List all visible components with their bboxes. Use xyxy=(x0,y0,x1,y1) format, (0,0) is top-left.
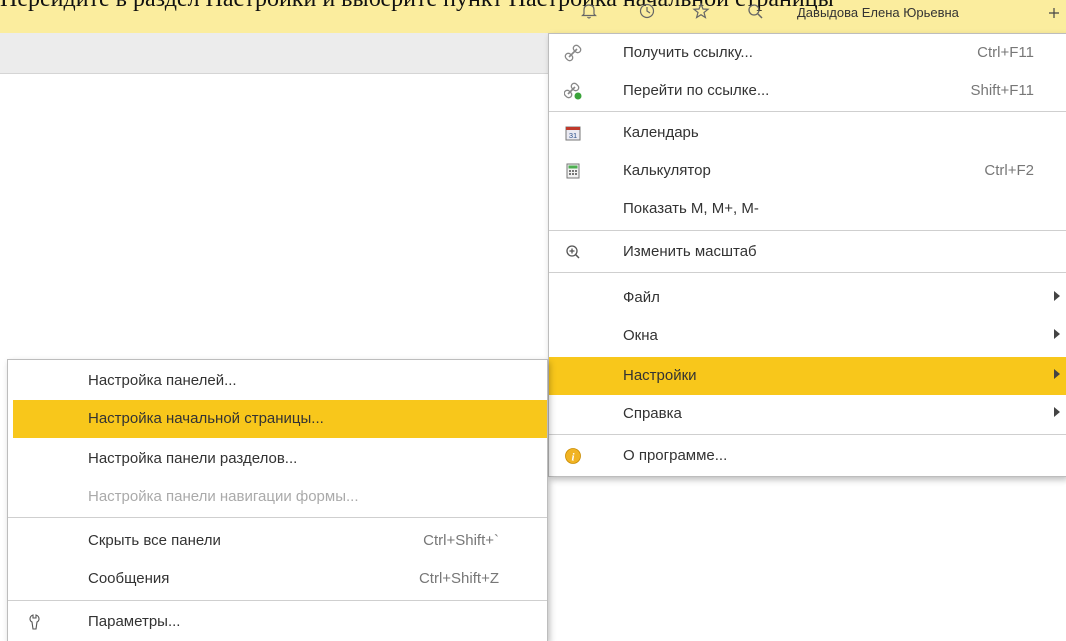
menu-item-label: Файл xyxy=(623,289,660,306)
menu-item-windows[interactable]: Окна xyxy=(549,317,1066,355)
calculator-icon xyxy=(563,161,583,181)
menu-item-settings[interactable]: Настройки xyxy=(549,357,1066,395)
menu-item-label: Настройка панели навигации формы... xyxy=(88,488,359,505)
star-icon[interactable] xyxy=(690,2,712,24)
menu-item-label: Окна xyxy=(623,327,658,344)
wrench-icon xyxy=(26,612,46,632)
menu-item-label: Справка xyxy=(623,405,682,422)
submenu-item-sections-panel-setup[interactable]: Настройка панели разделов... xyxy=(8,440,547,478)
submenu-item-hide-all-panels[interactable]: Скрыть все панели Ctrl+Shift+` xyxy=(8,522,547,560)
submenu-arrow-icon xyxy=(1054,369,1060,379)
menu-item-label: Получить ссылку... xyxy=(623,44,753,61)
submenu-item-form-navigation-panel-setup: Настройка панели навигации формы... xyxy=(8,478,547,516)
menu-item-file[interactable]: Файл xyxy=(549,279,1066,317)
menu-item-label: Календарь xyxy=(623,124,699,141)
menu-item-label: Показать M, M+, M- xyxy=(623,200,759,217)
menu-item-label: Настройка панелей... xyxy=(88,372,237,389)
menu-item-label: Настройка начальной страницы... xyxy=(88,410,324,427)
menu-separator xyxy=(8,600,547,601)
submenu-arrow-icon xyxy=(1054,291,1060,301)
info-icon: i xyxy=(563,446,583,466)
menu-item-label: Настройка панели разделов... xyxy=(88,450,298,467)
menu-item-shortcut: Shift+F11 xyxy=(970,82,1034,99)
submenu-item-messages[interactable]: Сообщения Ctrl+Shift+Z xyxy=(8,560,547,598)
menu-item-label: Перейти по ссылке... xyxy=(623,82,770,99)
bell-icon[interactable] xyxy=(578,2,600,24)
menu-item-shortcut: Ctrl+Shift+Z xyxy=(418,570,499,587)
main-menu: Получить ссылку... Ctrl+F11 Перейти по с… xyxy=(548,33,1066,477)
submenu-item-start-page-setup[interactable]: Настройка начальной страницы... xyxy=(13,400,547,438)
menu-separator xyxy=(549,272,1066,273)
menu-separator xyxy=(549,111,1066,112)
menu-item-get-link[interactable]: Получить ссылку... Ctrl+F11 xyxy=(549,34,1066,72)
menu-item-label: Изменить масштаб xyxy=(623,243,757,260)
menu-item-label: Настройки xyxy=(623,367,697,384)
top-bar: Перейдите в раздел Настройки и выберите … xyxy=(0,0,1066,33)
submenu-arrow-icon xyxy=(1054,407,1060,417)
menu-item-shortcut: Ctrl+F11 xyxy=(977,44,1034,61)
menu-item-calendar[interactable]: 31 Календарь xyxy=(549,114,1066,152)
menu-item-label: Скрыть все панели xyxy=(88,532,221,549)
submenu-item-panels-setup[interactable]: Настройка панелей... xyxy=(8,362,547,400)
menu-item-label: О программе... xyxy=(623,447,728,464)
menu-item-label: Калькулятор xyxy=(623,162,711,179)
panel-header-strip xyxy=(0,33,548,74)
menu-separator xyxy=(8,517,547,518)
history-icon[interactable] xyxy=(636,2,658,24)
link-go-icon xyxy=(563,81,583,101)
menu-item-help[interactable]: Справка xyxy=(549,395,1066,433)
menu-item-shortcut: Ctrl+F2 xyxy=(984,162,1034,179)
calendar-icon: 31 xyxy=(563,123,583,143)
menu-more-icon[interactable] xyxy=(1048,5,1060,24)
link-icon xyxy=(563,43,583,63)
menu-item-shortcut: Ctrl+Shift+` xyxy=(423,532,499,549)
menu-separator xyxy=(549,434,1066,435)
menu-item-label: Параметры... xyxy=(88,613,181,630)
submenu-item-parameters[interactable]: Параметры... xyxy=(8,603,547,641)
menu-item-about[interactable]: i О программе... xyxy=(549,437,1066,475)
submenu-arrow-icon xyxy=(1054,329,1060,339)
menu-item-show-memory[interactable]: Показать M, M+, M- xyxy=(549,190,1066,228)
svg-text:31: 31 xyxy=(569,131,577,140)
user-name[interactable]: Давыдова Елена Юрьевна xyxy=(797,5,959,20)
zoom-icon xyxy=(563,242,583,262)
menu-separator xyxy=(549,230,1066,231)
search-icon[interactable] xyxy=(744,2,766,24)
menu-item-calculator[interactable]: Калькулятор Ctrl+F2 xyxy=(549,152,1066,190)
menu-item-zoom[interactable]: Изменить масштаб xyxy=(549,233,1066,271)
settings-submenu: Настройка панелей... Настройка начальной… xyxy=(7,359,548,641)
menu-item-label: Сообщения xyxy=(88,570,170,587)
menu-item-follow-link[interactable]: Перейти по ссылке... Shift+F11 xyxy=(549,72,1066,110)
